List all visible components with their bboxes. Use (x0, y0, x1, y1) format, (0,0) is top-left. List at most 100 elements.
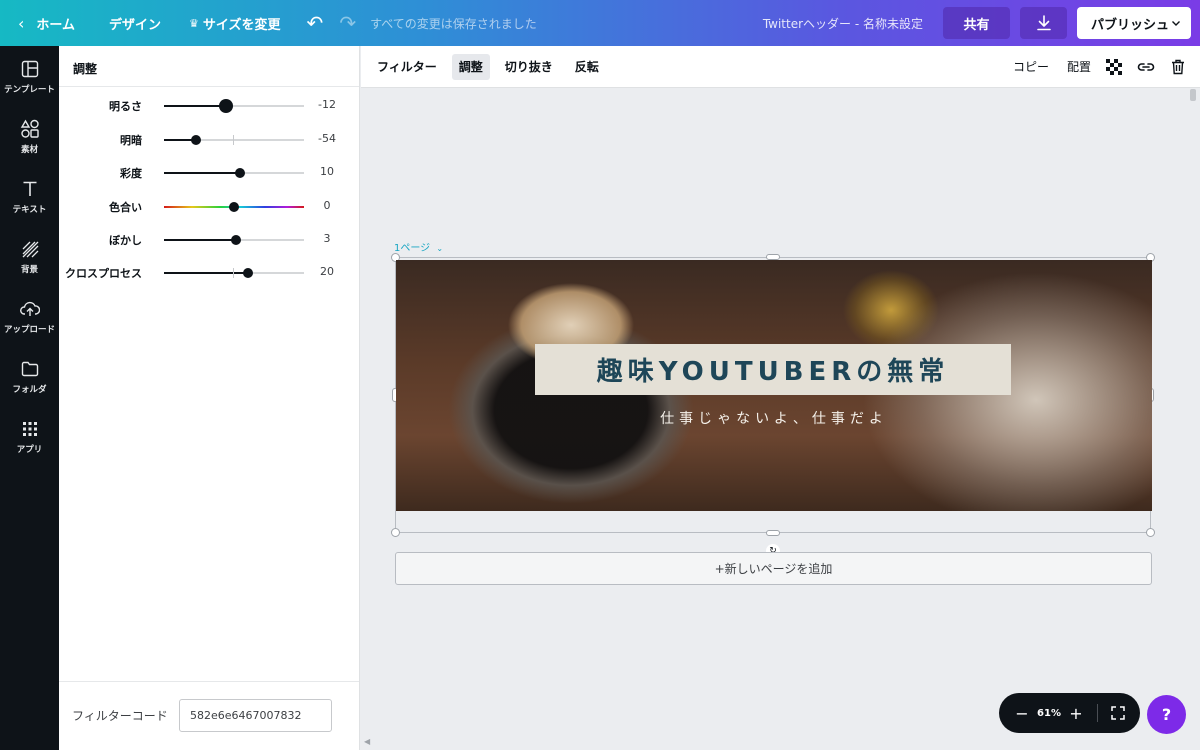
top-bar: ‹ ホーム デザイン ♛ サイズを変更 ↶ ↷ すべての変更は保存されました T… (0, 0, 1200, 46)
hue-slider[interactable] (164, 202, 304, 212)
chevron-left-icon: ‹ (18, 13, 25, 33)
cross-process-slider[interactable] (164, 268, 304, 278)
contrast-slider[interactable] (164, 135, 304, 145)
sidebar-item-label: 背景 (20, 264, 38, 275)
zoom-level[interactable]: 61% (1035, 708, 1063, 719)
divider (59, 86, 359, 87)
home-label: ホーム (36, 17, 76, 33)
page-label[interactable]: 1ページ ⌄ (394, 239, 443, 254)
slider-center-mark (233, 268, 234, 278)
hue-slider-row: 色合い 0 (59, 195, 359, 219)
design-subtitle[interactable]: 仕事じゃないよ、仕事だよ (396, 408, 1152, 428)
resize-button[interactable]: ♛ サイズを変更 (179, 0, 291, 46)
copy-button[interactable]: コピー (1006, 54, 1056, 80)
vertical-scrollbar[interactable] (1190, 89, 1196, 101)
save-status: すべての変更は保存されました (370, 16, 537, 31)
crop-button[interactable]: 切り抜き (498, 54, 560, 80)
home-button[interactable]: ‹ ホーム (0, 0, 85, 46)
folder-icon (19, 358, 41, 380)
slider-value: 10 (320, 165, 334, 178)
brightness-slider[interactable] (164, 99, 304, 113)
hue-slider-thumb[interactable] (229, 202, 239, 212)
blur-slider-thumb[interactable] (231, 235, 241, 245)
brightness-slider-thumb[interactable] (219, 99, 233, 113)
contrast-slider-row: 明暗 -54 (59, 128, 359, 152)
slider-label: 明るさ (109, 100, 142, 113)
arrange-button[interactable]: 配置 (1060, 54, 1098, 80)
resize-handle-bottom-right[interactable] (1146, 528, 1155, 537)
delete-button[interactable] (1162, 54, 1194, 80)
brightness-slider-row: 明るさ -12 (59, 94, 359, 118)
saturation-slider-thumb[interactable] (235, 168, 245, 178)
filter-code-input[interactable] (179, 699, 332, 732)
sidebar-item-label: 素材 (20, 144, 38, 155)
slider-value: -54 (318, 132, 336, 145)
design-title: 趣味YOUTUBERの無常 (596, 357, 950, 387)
chevron-down-icon (1172, 21, 1180, 26)
upload-icon (19, 298, 41, 320)
slider-label: 明暗 (120, 134, 142, 147)
adjust-button[interactable]: 調整 (451, 53, 490, 80)
sidebar-item-templates[interactable]: テンプレート (0, 46, 59, 106)
cross-process-slider-row: クロスプロセス 20 (59, 261, 359, 285)
fullscreen-button[interactable] (1106, 706, 1130, 720)
resize-label: サイズを変更 (202, 17, 281, 33)
sidebar-item-text[interactable]: テキスト (0, 166, 59, 226)
sidebar-item-label: アプリ (16, 444, 43, 455)
slider-fill (164, 272, 248, 274)
design-title-box[interactable]: 趣味YOUTUBERの無常 (535, 344, 1011, 395)
design-menu-button[interactable]: デザイン (99, 0, 171, 46)
side-navigation: テンプレート 素材 テキスト 背景 アップロード フォルダ アプリ (0, 46, 59, 750)
add-page-button[interactable]: +新しいページを追加 (395, 552, 1152, 585)
sidebar-item-apps[interactable]: アプリ (0, 406, 59, 466)
blur-slider[interactable] (164, 235, 304, 245)
transparency-button[interactable] (1098, 54, 1130, 80)
sidebar-item-uploads[interactable]: アップロード (0, 286, 59, 346)
divider (1097, 704, 1098, 722)
scroll-left-icon[interactable]: ◀ (364, 737, 370, 746)
help-button[interactable]: ? (1147, 695, 1186, 734)
sidebar-item-background[interactable]: 背景 (0, 226, 59, 286)
document-title[interactable]: Twitterヘッダー - 名称未設定 (763, 15, 923, 32)
slider-label: 色合い (109, 201, 142, 214)
slider-value: 3 (323, 232, 331, 245)
publish-button[interactable]: パブリッシュ (1077, 7, 1191, 39)
slider-fill (164, 172, 240, 174)
cross-process-slider-thumb[interactable] (243, 268, 253, 278)
background-icon (19, 238, 41, 260)
apps-icon (19, 418, 41, 440)
sidebar-item-label: テンプレート (4, 84, 55, 95)
link-button[interactable] (1130, 54, 1162, 80)
canvas-area: 1ページ ⌄ ↻ 趣味YOUTUBERの無常 仕事じゃないよ、仕事だよ +新しい… (361, 89, 1200, 750)
sidebar-item-elements[interactable]: 素材 (0, 106, 59, 166)
resize-handle-bottom[interactable] (766, 530, 780, 536)
adjust-panel: 調整 明るさ -12 明暗 -54 彩度 10 色合い 0 ぼかし 3 クロスプ… (59, 46, 360, 750)
flip-button[interactable]: 反転 (568, 54, 606, 80)
context-toolbar: フィルター 調整 切り抜き 反転 コピー 配置 (361, 46, 1200, 88)
crown-icon: ♛ (189, 16, 199, 30)
sidebar-item-folders[interactable]: フォルダ (0, 346, 59, 406)
slider-label: 彩度 (120, 167, 142, 180)
contrast-slider-thumb[interactable] (191, 135, 201, 145)
saturation-slider-row: 彩度 10 (59, 161, 359, 185)
transparency-icon (1106, 58, 1122, 75)
redo-icon[interactable]: ↷ (331, 0, 364, 46)
text-icon (19, 178, 41, 200)
saturation-slider[interactable] (164, 168, 304, 178)
download-button[interactable] (1020, 7, 1067, 39)
resize-handle-bottom-left[interactable] (391, 528, 400, 537)
publish-label: パブリッシュ (1091, 17, 1170, 33)
design-image[interactable]: 趣味YOUTUBERの無常 仕事じゃないよ、仕事だよ (396, 260, 1152, 511)
chevron-down-icon: ⌄ (436, 244, 444, 253)
filter-code-label: フィルターコード (72, 709, 168, 723)
zoom-out-button[interactable]: − (1009, 704, 1035, 723)
sidebar-item-label: テキスト (12, 204, 47, 215)
horizontal-scrollbar[interactable]: ◀ (361, 737, 1191, 748)
slider-value: 0 (323, 199, 331, 212)
share-button[interactable]: 共有 (943, 7, 1010, 39)
filter-button[interactable]: フィルター (370, 54, 444, 80)
undo-icon[interactable]: ↶ (299, 0, 332, 46)
zoom-in-button[interactable]: + (1063, 704, 1089, 723)
fullscreen-icon (1111, 706, 1125, 720)
trash-icon (1172, 59, 1184, 74)
